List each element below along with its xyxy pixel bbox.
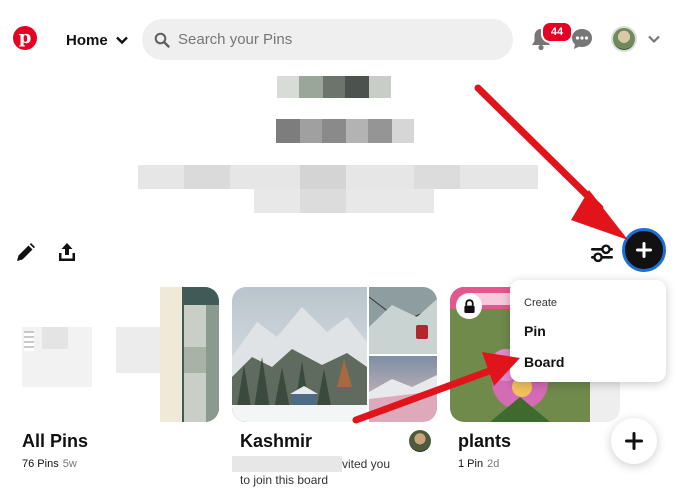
create-pin-option[interactable]: Pin	[524, 323, 546, 339]
create-plus-button[interactable]	[622, 228, 666, 272]
account-chevron-down-icon[interactable]	[647, 33, 661, 45]
board-age: 2d	[487, 458, 500, 470]
pin-count: 76 Pins	[22, 458, 59, 470]
secret-board-lock-badge	[456, 293, 482, 319]
invite-line-1: vited you	[342, 457, 391, 471]
home-label: Home	[66, 31, 108, 49]
user-avatar[interactable]	[611, 26, 637, 52]
edit-pencil-icon[interactable]	[14, 242, 36, 264]
search-icon	[154, 32, 170, 48]
pinterest-logo-icon[interactable]: p	[13, 26, 37, 50]
invite-line-2: to join this board	[240, 473, 329, 487]
kashmir-cover-image	[232, 287, 437, 422]
plus-icon	[636, 242, 652, 258]
board-title-plants[interactable]: plants	[458, 431, 511, 452]
filter-sliders-icon[interactable]	[589, 241, 615, 265]
board-age: 5w	[62, 458, 77, 470]
arrow-to-create-button	[474, 84, 628, 240]
share-upload-icon[interactable]	[56, 241, 78, 263]
blurred-inviter-name	[232, 456, 342, 472]
board-title-kashmir[interactable]: Kashmir	[240, 431, 312, 452]
floating-create-button[interactable]	[611, 418, 657, 464]
kashmir-board-cover[interactable]	[232, 287, 437, 422]
search-bar[interactable]	[142, 19, 513, 60]
chevron-down-icon	[115, 36, 128, 45]
board-meta-plants: 1 Pin 2d	[458, 458, 499, 470]
messages-icon[interactable]	[569, 26, 595, 52]
board-invite-text-2: to join this board	[240, 472, 328, 488]
pin-count: 1 Pin	[458, 458, 484, 470]
plus-icon	[625, 432, 643, 450]
search-input[interactable]	[178, 31, 498, 48]
board-title-all-pins[interactable]: All Pins	[22, 431, 88, 452]
create-menu-dropdown: Create Pin Board	[510, 280, 666, 382]
all-pins-board-cover[interactable]	[22, 287, 219, 422]
create-menu-caption: Create	[524, 297, 558, 309]
collaborator-avatar[interactable]	[409, 430, 431, 452]
home-dropdown-button[interactable]: Home	[56, 22, 138, 58]
board-invite-text: vited you	[342, 456, 390, 472]
lock-icon	[463, 298, 475, 313]
board-meta-all-pins: 76 Pins 5w	[22, 458, 77, 470]
create-board-option[interactable]: Board	[524, 354, 564, 370]
top-nav-bar: p Home 44	[0, 0, 677, 80]
